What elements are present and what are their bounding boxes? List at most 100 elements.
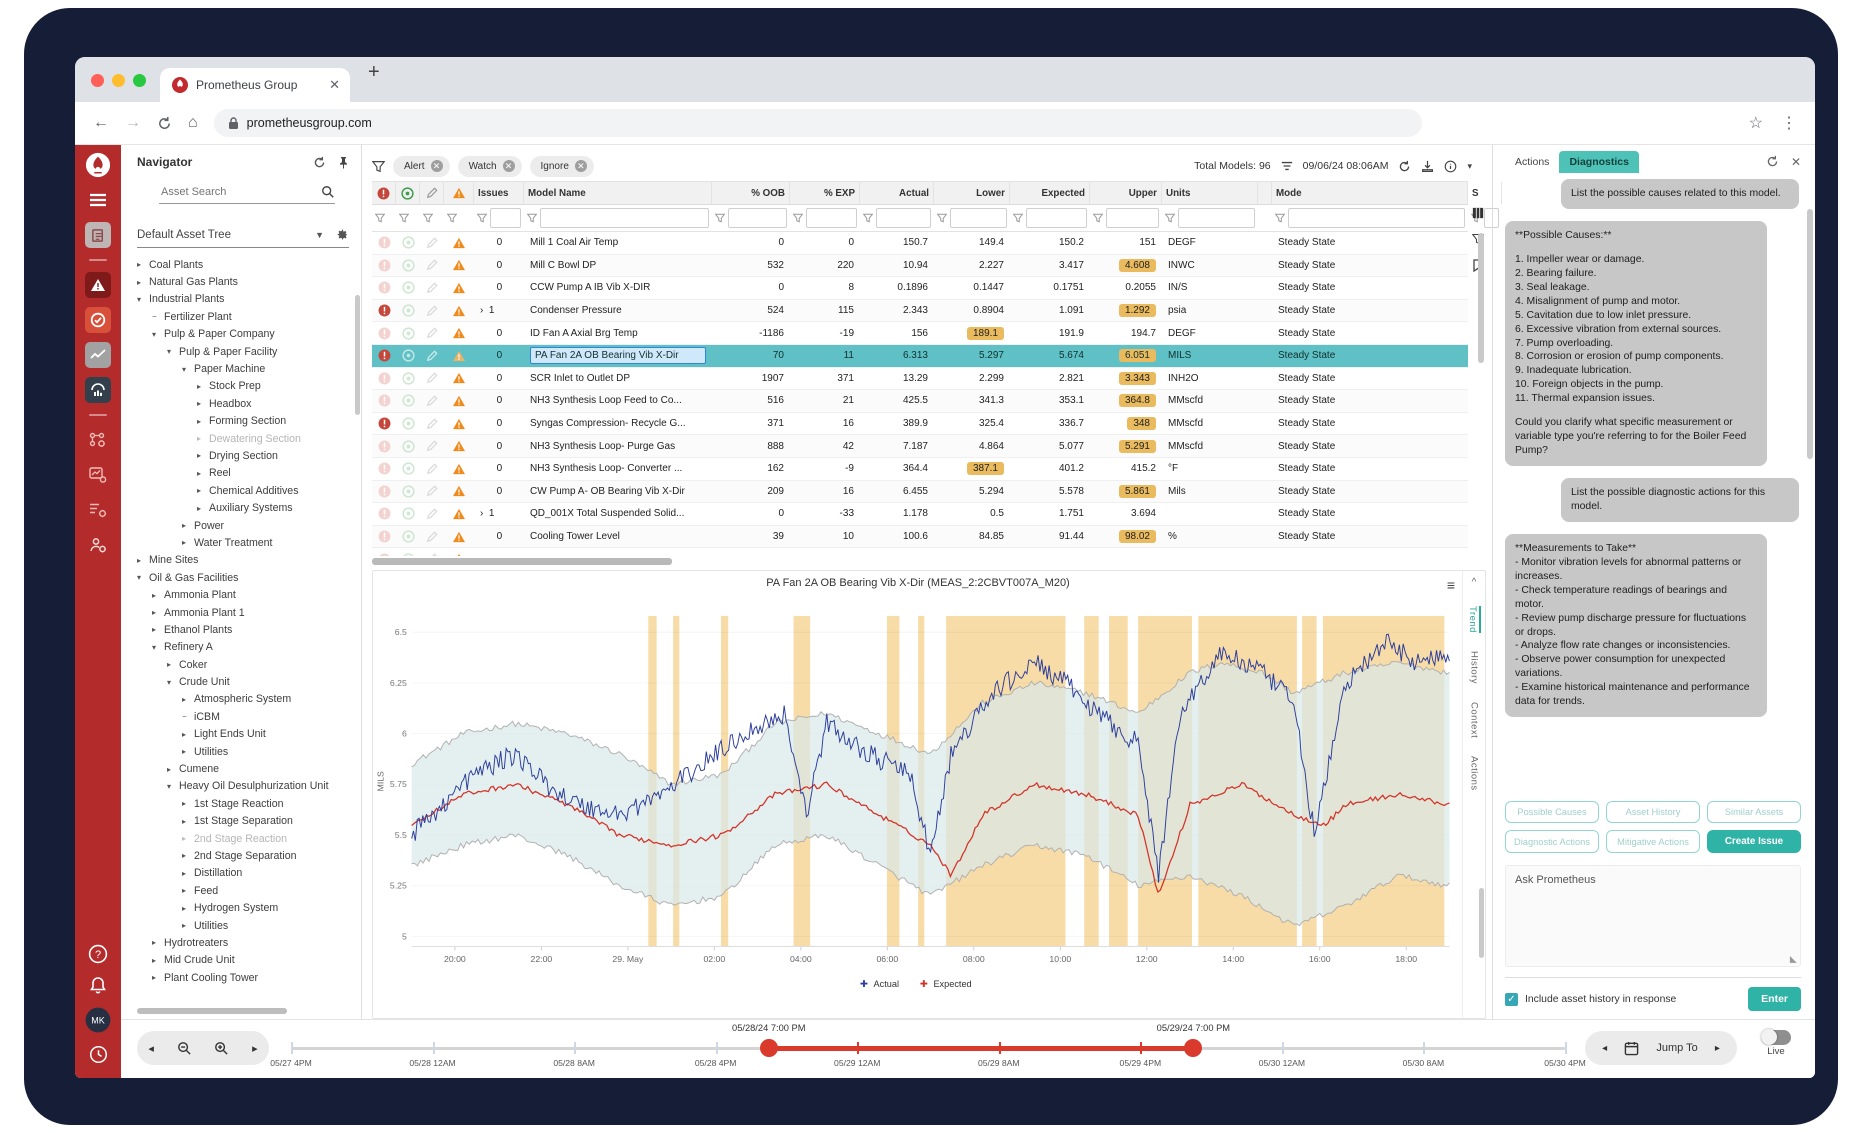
tree-item-plant-cooling-tower[interactable]: ▸Plant Cooling Tower: [137, 969, 359, 986]
row-warning-icon[interactable]: [444, 255, 474, 277]
row-edit-icon[interactable]: [420, 413, 444, 435]
minimize-window-button[interactable]: [112, 74, 125, 87]
tree-item-utilities[interactable]: ▸Utilities: [137, 917, 359, 934]
column-filter-input[interactable]: [490, 208, 521, 228]
chevron-down-icon[interactable]: ▾: [152, 643, 164, 652]
row-issues[interactable]: 0: [474, 322, 524, 344]
row-alert-icon[interactable]: [372, 345, 396, 367]
filter-chip-alert[interactable]: Alert✕: [393, 156, 450, 177]
help-icon[interactable]: ?: [88, 944, 108, 964]
chevron-down-icon[interactable]: ▾: [137, 295, 149, 304]
row-watch-icon[interactable]: [396, 255, 420, 277]
pan-left-icon[interactable]: ◂: [148, 1042, 154, 1055]
diagnostic-actions-button[interactable]: Diagnostic Actions: [1505, 830, 1599, 853]
chip-remove-icon[interactable]: ✕: [575, 160, 587, 172]
watch-icon[interactable]: [85, 307, 111, 333]
column-filter-input[interactable]: [950, 208, 1007, 228]
row-issues[interactable]: 0: [474, 368, 524, 390]
new-tab-button[interactable]: +: [368, 61, 380, 84]
refresh-table-icon[interactable]: [1398, 160, 1411, 173]
row-watch-icon[interactable]: [396, 345, 420, 367]
pin-icon[interactable]: [338, 156, 349, 169]
assistant-close-icon[interactable]: ✕: [1791, 155, 1801, 169]
asset-search-input[interactable]: [159, 185, 321, 199]
chart-config-icon[interactable]: [85, 462, 111, 488]
chevron-right-icon[interactable]: ▸: [137, 260, 149, 269]
table-row[interactable]: 0Cooling Tower Level3910100.684.8591.449…: [372, 526, 1468, 549]
tree-item-fertilizer-plant[interactable]: −Fertilizer Plant: [137, 308, 359, 325]
row-issues[interactable]: 0: [474, 345, 524, 367]
filter-cell[interactable]: [524, 205, 712, 231]
row-model-name[interactable]: ID Fan A Axial Brg Temp: [524, 322, 712, 344]
chevron-down-icon[interactable]: ▾: [167, 347, 179, 356]
funnel-icon[interactable]: [1013, 213, 1023, 223]
chevron-right-icon[interactable]: ▸: [197, 434, 209, 443]
row-edit-icon[interactable]: [420, 458, 444, 480]
row-edit-icon[interactable]: [420, 322, 444, 344]
column-filter-input[interactable]: [1178, 208, 1255, 228]
row-model-name[interactable]: Condenser Pressure: [524, 300, 712, 322]
assistant-tab-diagnostics[interactable]: Diagnostics: [1559, 151, 1639, 173]
tree-item-1st-stage-reaction[interactable]: ▸1st Stage Reaction: [137, 795, 359, 812]
row-watch-icon[interactable]: [396, 503, 420, 525]
similar-assets-button[interactable]: Similar Assets: [1707, 801, 1801, 823]
enter-button[interactable]: Enter: [1748, 987, 1801, 1011]
tree-item-coal-plants[interactable]: ▸Coal Plants: [137, 256, 359, 273]
info-icon[interactable]: [1444, 160, 1457, 173]
user-config-icon[interactable]: [85, 532, 111, 558]
chevron-right-icon[interactable]: ▸: [152, 591, 164, 600]
row-alert-icon[interactable]: [372, 435, 396, 457]
funnel-icon[interactable]: [715, 213, 725, 223]
chart-scrollbar[interactable]: [1479, 888, 1484, 958]
row-watch-icon[interactable]: [396, 413, 420, 435]
row-warning-icon[interactable]: [444, 458, 474, 480]
refresh-icon[interactable]: [157, 116, 172, 131]
row-edit-icon[interactable]: [420, 503, 444, 525]
row-watch-icon[interactable]: [396, 458, 420, 480]
row-watch-icon[interactable]: [396, 435, 420, 457]
zoom-out-icon[interactable]: [177, 1041, 192, 1056]
row-watch-icon[interactable]: [396, 300, 420, 322]
chevron-right-icon[interactable]: ▸: [197, 451, 209, 460]
chevron-down-icon[interactable]: ▾: [152, 330, 164, 339]
tree-item-utilities[interactable]: ▸Utilities: [137, 743, 359, 760]
row-issues[interactable]: › 1: [474, 300, 524, 322]
navigator-scrollbar[interactable]: [355, 295, 360, 415]
funnel-icon[interactable]: [447, 213, 457, 223]
row-edit-icon[interactable]: [420, 435, 444, 457]
table-row[interactable]: 0NH3 Synthesis Loop- Purge Gas888427.187…: [372, 435, 1468, 458]
table-row[interactable]: 0NH3 Synthesis Loop Feed to Co...5162142…: [372, 390, 1468, 413]
chart-menu-icon[interactable]: ≡: [1447, 577, 1455, 593]
row-watch-icon[interactable]: [396, 526, 420, 548]
row-alert-icon[interactable]: [372, 277, 396, 299]
chevron-right-icon[interactable]: ▸: [182, 538, 194, 547]
chevron-right-icon[interactable]: ▸: [137, 556, 149, 565]
tree-item-chemical-additives[interactable]: ▸Chemical Additives: [137, 482, 359, 499]
funnel-icon[interactable]: [863, 213, 873, 223]
table-row[interactable]: [372, 548, 1468, 556]
list-config-icon[interactable]: [85, 497, 111, 523]
time-scrubber[interactable]: 05/27 4PM05/28 12AM05/28 8AM05/28 4PM05/…: [291, 1020, 1565, 1078]
row-edit-icon[interactable]: [420, 255, 444, 277]
tree-item-drying-section[interactable]: ▸Drying Section: [137, 447, 359, 464]
filter-cell[interactable]: [1162, 205, 1258, 231]
tree-item-headbox[interactable]: ▸Headbox: [137, 395, 359, 412]
tree-item-crude-unit[interactable]: ▾Crude Unit: [137, 673, 359, 690]
column-filter-input[interactable]: [1288, 208, 1465, 228]
forward-icon[interactable]: →: [125, 114, 141, 132]
column-header-lower[interactable]: Lower: [934, 182, 1010, 204]
row-watch-icon[interactable]: [396, 322, 420, 344]
row-watch-icon[interactable]: [396, 368, 420, 390]
chevron-right-icon[interactable]: ▸: [182, 521, 194, 530]
funnel-icon[interactable]: [1093, 213, 1103, 223]
row-alert-icon[interactable]: [372, 458, 396, 480]
jump-back-icon[interactable]: ◂: [1602, 1043, 1607, 1054]
navigator-refresh-icon[interactable]: [313, 156, 326, 169]
row-edit-icon[interactable]: [420, 345, 444, 367]
column-header-units[interactable]: Units: [1162, 182, 1258, 204]
table-row[interactable]: 0Mill C Bowl DP53222010.942.2273.4174.60…: [372, 255, 1468, 278]
column-filter-input[interactable]: [1106, 208, 1159, 228]
back-icon[interactable]: ←: [93, 114, 109, 132]
chevron-right-icon[interactable]: ▸: [167, 660, 179, 669]
tree-item-feed[interactable]: ▸Feed: [137, 882, 359, 899]
